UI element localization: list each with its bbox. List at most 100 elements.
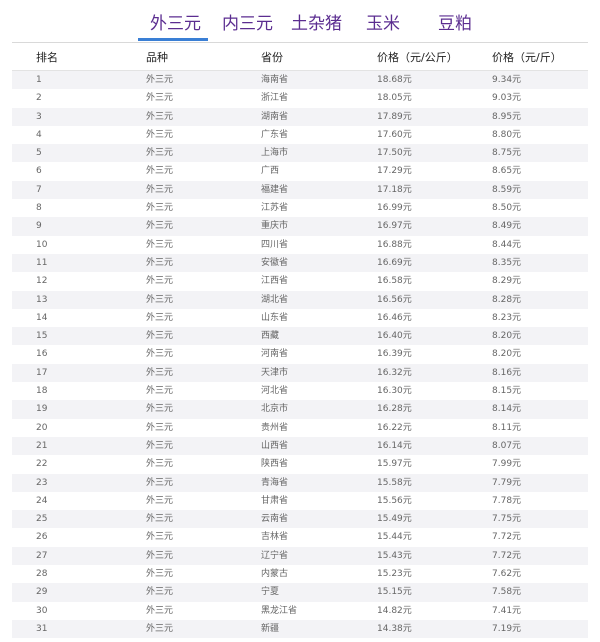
cell-rank: 12 bbox=[36, 276, 48, 287]
table-row: 21 外三元 山西省 16.14元 8.07元 bbox=[12, 436, 588, 456]
cell-breed: 外三元 bbox=[146, 459, 174, 470]
tab-tu-za-zhu[interactable]: 土杂猪 bbox=[291, 12, 342, 36]
table-row: 29 外三元 宁夏 15.15元 7.58元 bbox=[12, 583, 588, 602]
cell-province: 陕西省 bbox=[261, 459, 289, 470]
cell-breed: 外三元 bbox=[146, 422, 174, 433]
cell-rank: 2 bbox=[36, 93, 42, 104]
cell-price-per-jin: 8.75元 bbox=[492, 148, 522, 159]
cell-price-per-kg: 17.18元 bbox=[377, 184, 412, 195]
cell-province: 广西 bbox=[261, 166, 280, 177]
cell-rank: 24 bbox=[36, 495, 48, 506]
cell-price-per-kg: 15.97元 bbox=[377, 459, 412, 470]
cell-breed: 外三元 bbox=[146, 75, 174, 85]
cell-rank: 15 bbox=[36, 331, 48, 342]
cell-price-per-jin: 7.75元 bbox=[492, 514, 522, 525]
cell-province: 安徽省 bbox=[261, 257, 289, 268]
table-row: 7 外三元 福建省 17.18元 8.59元 bbox=[12, 180, 588, 200]
cell-price-per-kg: 16.88元 bbox=[377, 239, 412, 250]
cell-rank: 8 bbox=[36, 203, 42, 214]
table-row: 23 外三元 青海省 15.58元 7.79元 bbox=[12, 473, 588, 492]
cell-rank: 29 bbox=[36, 587, 48, 598]
cell-price-per-kg: 15.43元 bbox=[377, 550, 412, 561]
cell-price-per-kg: 16.46元 bbox=[377, 312, 412, 323]
cell-price-per-jin: 7.72元 bbox=[492, 550, 522, 561]
cell-province: 福建省 bbox=[261, 184, 289, 195]
cell-breed: 外三元 bbox=[146, 203, 174, 214]
cell-breed: 外三元 bbox=[146, 276, 174, 287]
header-price-per-kg: 价格（元/公斤） bbox=[377, 42, 492, 71]
table-row: 1 外三元 海南省 18.68元 9.34元 bbox=[12, 70, 588, 90]
table-row: 20 外三元 贵州省 16.22元 8.11元 bbox=[12, 418, 588, 437]
cell-province: 甘肃省 bbox=[261, 495, 289, 506]
cell-breed: 外三元 bbox=[146, 440, 174, 451]
tab-dou-po[interactable]: 豆粕 bbox=[438, 12, 472, 36]
cell-price-per-kg: 17.29元 bbox=[377, 166, 412, 177]
table-row: 13 外三元 湖北省 16.56元 8.28元 bbox=[12, 290, 588, 309]
cell-price-per-kg: 16.39元 bbox=[377, 349, 412, 360]
cell-rank: 6 bbox=[36, 166, 42, 177]
cell-province: 浙江省 bbox=[261, 93, 289, 104]
header-province: 省份 bbox=[261, 42, 377, 71]
cell-price-per-jin: 7.79元 bbox=[492, 477, 522, 488]
table-row: 31 外三元 新疆 14.38元 7.19元 bbox=[12, 619, 588, 639]
table-row: 10 外三元 四川省 16.88元 8.44元 bbox=[12, 235, 588, 254]
table-row: 30 外三元 黑龙江省 14.82元 7.41元 bbox=[12, 601, 588, 620]
cell-price-per-jin: 7.41元 bbox=[492, 605, 522, 616]
cell-breed: 外三元 bbox=[146, 404, 174, 415]
cell-breed: 外三元 bbox=[146, 294, 174, 305]
cell-rank: 18 bbox=[36, 386, 48, 397]
table-row: 6 外三元 广西 17.29元 8.65元 bbox=[12, 162, 588, 181]
cell-breed: 外三元 bbox=[146, 221, 174, 232]
cell-price-per-jin: 8.95元 bbox=[492, 111, 522, 122]
cell-rank: 16 bbox=[36, 349, 48, 360]
cell-breed: 外三元 bbox=[146, 532, 174, 543]
cell-rank: 17 bbox=[36, 367, 48, 378]
cell-rank: 10 bbox=[36, 239, 48, 250]
cell-province: 新疆 bbox=[261, 623, 280, 634]
cell-breed: 外三元 bbox=[146, 312, 174, 323]
cell-price-per-jin: 8.44元 bbox=[492, 239, 522, 250]
cell-rank: 30 bbox=[36, 605, 48, 616]
cell-price-per-kg: 15.56元 bbox=[377, 495, 412, 506]
tab-yu-mi[interactable]: 玉米 bbox=[366, 12, 400, 36]
table-header-row: 排名 品种 省份 价格（元/公斤） 价格（元/斤） bbox=[12, 42, 588, 71]
cell-breed: 外三元 bbox=[146, 184, 174, 195]
cell-price-per-kg: 16.32元 bbox=[377, 367, 412, 378]
cell-breed: 外三元 bbox=[146, 514, 174, 525]
price-ranking-table-container: 排名 品种 省份 价格（元/公斤） 价格（元/斤） 1 外三元 海南省 18.68元 9… bbox=[12, 42, 588, 639]
cell-breed: 外三元 bbox=[146, 93, 174, 104]
cell-price-per-jin: 7.58元 bbox=[492, 587, 522, 598]
table-row: 26 外三元 吉林省 15.44元 7.72元 bbox=[12, 528, 588, 547]
cell-breed: 外三元 bbox=[146, 148, 174, 159]
cell-province: 重庆市 bbox=[261, 221, 289, 232]
table-row: 28 外三元 内蒙古 15.23元 7.62元 bbox=[12, 565, 588, 584]
cell-province: 广东省 bbox=[261, 129, 289, 140]
cell-price-per-jin: 7.19元 bbox=[492, 623, 522, 634]
cell-rank: 11 bbox=[36, 257, 48, 268]
table-row: 27 外三元 辽宁省 15.43元 7.72元 bbox=[12, 546, 588, 566]
cell-breed: 外三元 bbox=[146, 605, 174, 616]
cell-rank: 3 bbox=[36, 111, 42, 122]
table-body: 1 外三元 海南省 18.68元 9.34元 2 外三元 浙江省 18.05元 9.03元 3 外三元… bbox=[12, 70, 588, 639]
active-tab-indicator bbox=[138, 38, 208, 41]
cell-price-per-jin: 8.20元 bbox=[492, 331, 522, 342]
cell-province: 湖北省 bbox=[261, 294, 289, 305]
table-row: 2 外三元 浙江省 18.05元 9.03元 bbox=[12, 89, 588, 108]
tab-wai-san-yuan[interactable]: 外三元 bbox=[150, 12, 201, 36]
cell-province: 江苏省 bbox=[261, 203, 289, 214]
cell-price-per-kg: 14.38元 bbox=[377, 623, 412, 634]
cell-rank: 9 bbox=[36, 221, 42, 232]
cell-price-per-kg: 16.58元 bbox=[377, 276, 412, 287]
cell-price-per-jin: 8.35元 bbox=[492, 257, 522, 268]
cell-breed: 外三元 bbox=[146, 166, 174, 177]
cell-price-per-kg: 18.05元 bbox=[377, 93, 412, 104]
table-row: 8 外三元 江苏省 16.99元 8.50元 bbox=[12, 199, 588, 218]
price-ranking-table: 排名 品种 省份 价格（元/公斤） 价格（元/斤） 1 外三元 海南省 18.68元 9… bbox=[12, 42, 588, 639]
table-row: 22 外三元 陕西省 15.97元 7.99元 bbox=[12, 455, 588, 474]
cell-price-per-jin: 9.03元 bbox=[492, 93, 522, 104]
cell-breed: 外三元 bbox=[146, 623, 174, 634]
cell-price-per-jin: 8.28元 bbox=[492, 294, 522, 305]
cell-province: 内蒙古 bbox=[261, 569, 289, 580]
cell-rank: 19 bbox=[36, 404, 48, 415]
tab-nei-san-yuan[interactable]: 内三元 bbox=[222, 12, 273, 36]
